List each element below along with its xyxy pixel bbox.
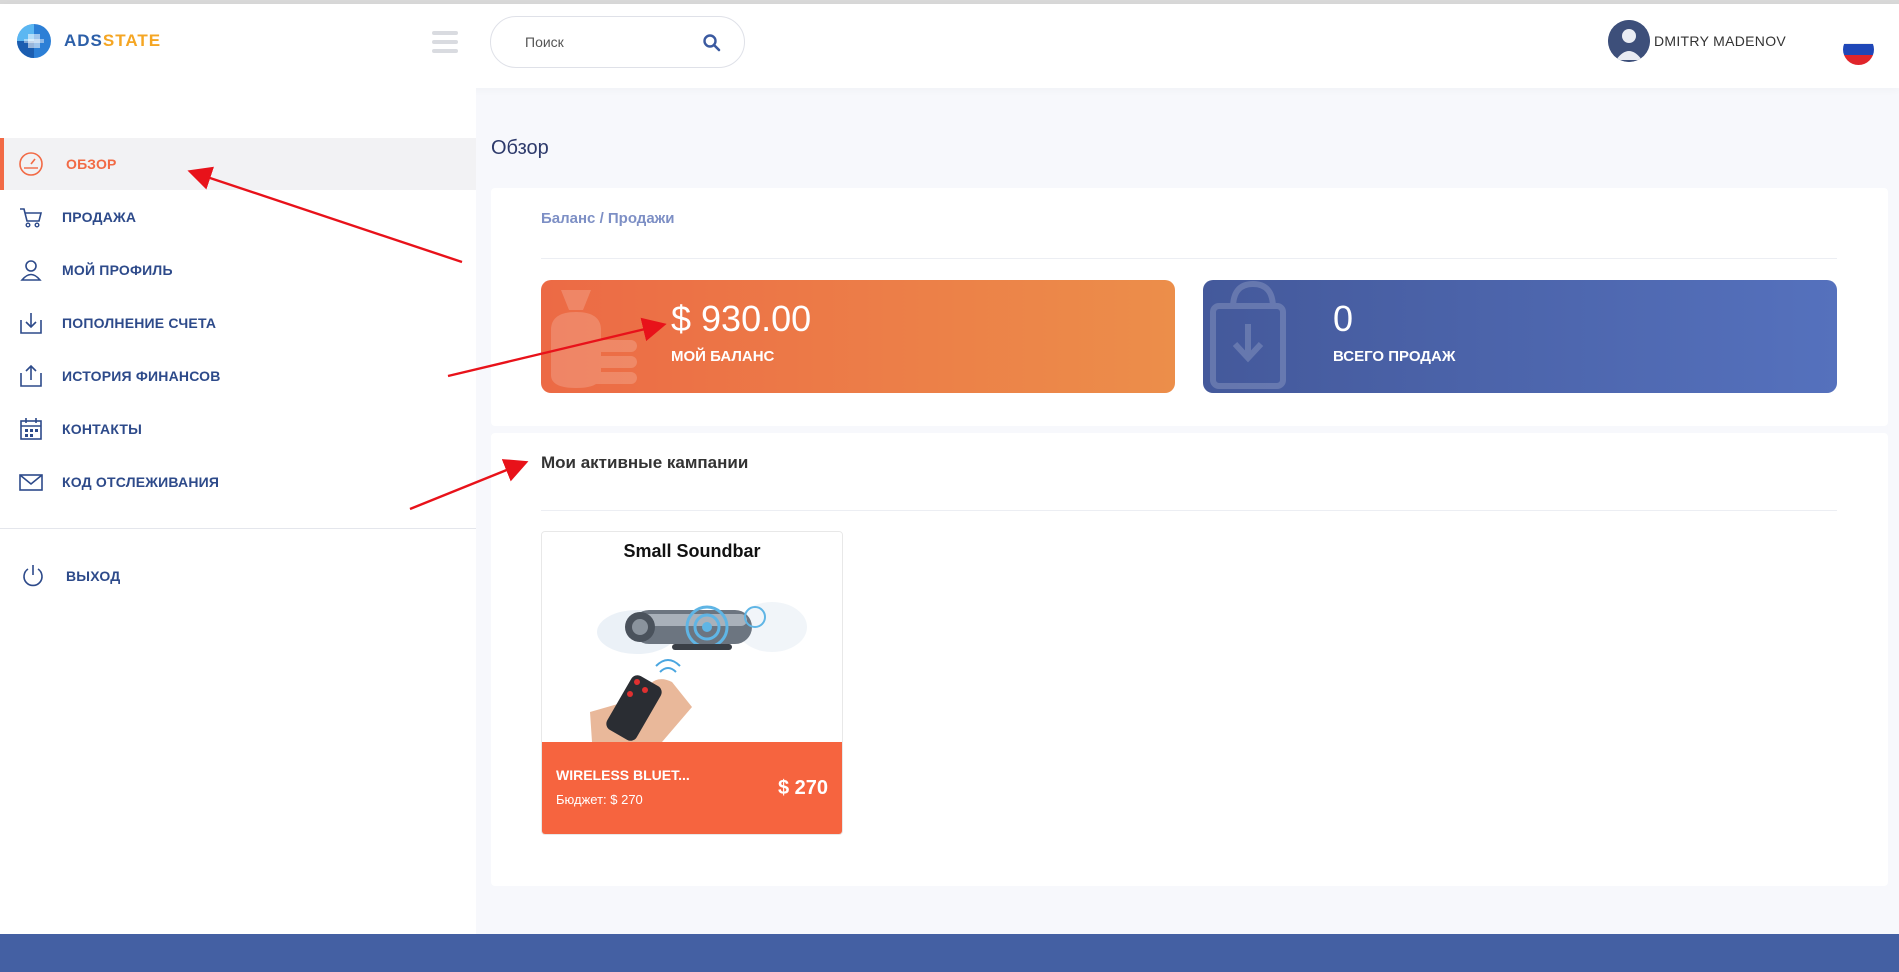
campaign-price: $ 270: [777, 777, 828, 799]
upload-icon: [20, 364, 42, 387]
sidebar-item-label: ПРОДАЖА: [62, 209, 137, 225]
balance-value: $ 930.00: [671, 298, 812, 339]
user-menu[interactable]: DMITRY MADENOV: [1608, 20, 1786, 62]
footer-bar: [0, 934, 1899, 972]
sales-stat[interactable]: 0 ВСЕГО ПРОДАЖ: [1203, 280, 1837, 393]
header: ADSSTATE DMITRY MADENOV: [0, 4, 1899, 88]
menu-toggle-icon[interactable]: [432, 31, 458, 53]
sidebar-item-label: КОД ОТСЛЕЖИВАНИЯ: [62, 474, 220, 490]
active-campaigns-card: Мои активные кампании Small Soundbar WIR…: [491, 433, 1888, 886]
logout-button[interactable]: ВЫХОД: [0, 550, 476, 602]
logo-text-part1: ADS: [64, 31, 103, 50]
balance-sales-card: Баланс / Продажи $ 930.00 МОЙ БАЛАНС 0 В…: [491, 188, 1888, 426]
shopping-bag-icon: [1210, 280, 1286, 389]
divider: [541, 510, 1837, 511]
search-icon[interactable]: [702, 33, 722, 53]
sidebar-item-label: МОЙ ПРОФИЛЬ: [62, 262, 173, 278]
balance-stat[interactable]: $ 930.00 МОЙ БАЛАНС: [541, 280, 1175, 393]
sidebar: ОБЗОР ПРОДАЖА МОЙ ПРОФИЛЬ ПОПОЛНЕНИЕ СЧЕ…: [0, 88, 476, 934]
logout-label: ВЫХОД: [66, 568, 121, 584]
sales-value: 0: [1333, 298, 1354, 339]
sidebar-item-finance-history[interactable]: ИСТОРИЯ ФИНАНСОВ: [0, 350, 476, 402]
sidebar-item-label: ОБЗОР: [66, 156, 117, 172]
sidebar-item-tracking-code[interactable]: КОД ОТСЛЕЖИВАНИЯ: [0, 456, 476, 508]
sidebar-item-contacts[interactable]: КОНТАКТЫ: [0, 403, 476, 455]
sidebar-item-label: КОНТАКТЫ: [62, 421, 143, 437]
campaign-budget: Бюджет: $ 270: [556, 792, 643, 807]
power-icon: [23, 565, 43, 587]
sidebar-divider: [0, 528, 476, 529]
sidebar-item-sales[interactable]: ПРОДАЖА: [0, 191, 476, 243]
divider: [541, 258, 1837, 259]
search-box: [490, 16, 745, 68]
money-bag-icon: [551, 290, 637, 388]
logo-text-part2: STATE: [102, 31, 162, 50]
avatar: [1608, 20, 1650, 62]
sidebar-item-deposit[interactable]: ПОПОЛНЕНИЕ СЧЕТА: [0, 297, 476, 349]
user-name: DMITRY MADENOV: [1654, 33, 1787, 49]
page-title: Обзор: [491, 137, 549, 159]
calendar-icon: [20, 418, 42, 440]
soundbar-image: [590, 602, 807, 742]
user-icon: [20, 260, 42, 281]
campaign-card[interactable]: Small Soundbar WIRELESS BLUET... Бюджет:…: [541, 531, 843, 835]
cart-icon: [20, 208, 43, 228]
globe-logo-icon: [17, 24, 51, 58]
campaign-name: WIRELESS BLUET...: [556, 767, 690, 783]
campaign-footer: WIRELESS BLUET... Бюджет: $ 270 $ 270: [542, 742, 842, 834]
sidebar-item-profile[interactable]: МОЙ ПРОФИЛЬ: [0, 244, 476, 296]
sidebar-item-label: ИСТОРИЯ ФИНАНСОВ: [62, 368, 221, 384]
sidebar-item-overview[interactable]: ОБЗОР: [0, 138, 476, 190]
download-icon: [20, 313, 42, 334]
language-flag-icon[interactable]: [1843, 34, 1874, 65]
logo[interactable]: ADSSTATE: [14, 21, 161, 61]
dashboard-icon: [19, 152, 43, 176]
section-title: Мои активные кампании: [541, 453, 749, 472]
search-input[interactable]: [525, 31, 695, 53]
sales-label: ВСЕГО ПРОДАЖ: [1333, 348, 1456, 365]
mail-icon: [19, 474, 43, 491]
user-avatar-icon: [1608, 20, 1650, 62]
logo-text: ADSSTATE: [64, 31, 161, 51]
balance-label: МОЙ БАЛАНС: [671, 348, 775, 365]
campaign-image: Small Soundbar: [542, 532, 842, 742]
sidebar-item-label: ПОПОЛНЕНИЕ СЧЕТА: [62, 315, 217, 331]
card-title: Баланс / Продажи: [541, 210, 675, 227]
